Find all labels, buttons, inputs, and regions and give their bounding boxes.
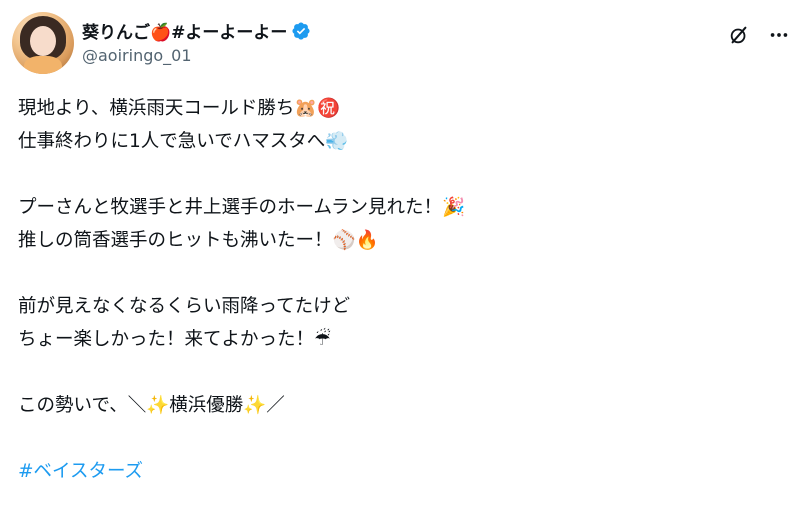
more-icon[interactable] [766, 22, 792, 48]
tweet-actions [726, 22, 792, 48]
grok-icon[interactable] [726, 22, 752, 48]
tweet-line: 仕事終わりに1人で急いでハマスタへ💨 [18, 131, 349, 152]
hashtag-link[interactable]: #ベイスターズ [18, 455, 143, 488]
display-name[interactable]: 葵りんご🍎#よーよーよー [82, 18, 287, 43]
tweet-line: ちょー楽しかった！来てよかった！☔ [18, 329, 331, 350]
tweet-line: プーさんと牧選手と井上選手のホームラン見れた！🎉 [18, 197, 466, 218]
tweet-line [18, 158, 778, 191]
tweet-line: 推しの筒香選手のヒットも沸いたー！⚾🔥 [18, 230, 379, 251]
tweet-line: この勢いで、＼✨横浜優勝✨／ [18, 395, 285, 416]
verified-badge-icon [291, 21, 311, 41]
tweet-line [18, 422, 778, 455]
tweet-line [18, 257, 778, 290]
tweet-line [18, 356, 778, 389]
name-row: 葵りんご🍎#よーよーよー [82, 18, 311, 43]
tweet-header: 葵りんご🍎#よーよーよー @aoiringo_01 [12, 12, 798, 76]
tweet-line: 前が見えなくなるくらい雨降ってたけど [18, 296, 351, 317]
avatar[interactable] [12, 12, 74, 74]
handle[interactable]: @aoiringo_01 [82, 46, 192, 65]
hashtag-line: #ベイスターズ [18, 455, 778, 488]
tweet-line: 現地より、横浜雨天コールド勝ち🐹㊗️ [18, 98, 341, 119]
tweet-body: 現地より、横浜雨天コールド勝ち🐹㊗️ 仕事終わりに1人で急いでハマスタへ💨 プー… [18, 92, 778, 488]
